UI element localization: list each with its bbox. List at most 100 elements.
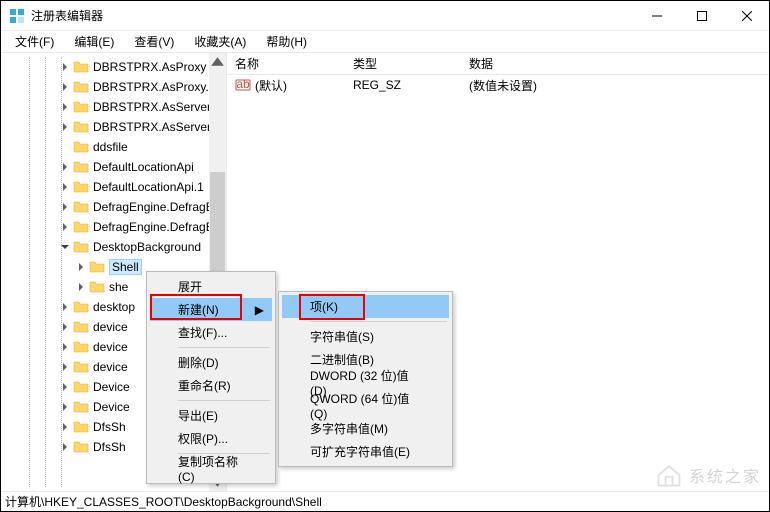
tree-label: desktop bbox=[93, 300, 135, 314]
statusbar: 计算机\HKEY_CLASSES_ROOT\DesktopBackground\… bbox=[1, 491, 769, 511]
close-button[interactable] bbox=[724, 1, 769, 31]
tree-label: device bbox=[93, 340, 128, 354]
menu-item-label: 导出(E) bbox=[178, 407, 218, 424]
folder-icon bbox=[73, 359, 89, 375]
expand-open-icon[interactable] bbox=[59, 241, 71, 253]
folder-icon bbox=[73, 239, 89, 255]
menubar: 文件(F) 编辑(E) 查看(V) 收藏夹(A) 帮助(H) bbox=[1, 31, 769, 53]
folder-icon bbox=[73, 419, 89, 435]
expand-closed-icon[interactable] bbox=[75, 281, 87, 293]
tree-label: DefragEngine.DefragE bbox=[93, 220, 214, 234]
tree-label: DefragEngine.DefragE bbox=[93, 200, 214, 214]
expand-closed-icon[interactable] bbox=[59, 221, 71, 233]
tree-label: she bbox=[109, 280, 128, 294]
folder-icon bbox=[73, 139, 89, 155]
expand-closed-icon[interactable] bbox=[59, 301, 71, 313]
tree-label: DfsSh bbox=[93, 420, 126, 434]
expand-closed-icon[interactable] bbox=[59, 121, 71, 133]
watermark: 系统之家 bbox=[655, 461, 761, 489]
submenu-arrow-icon: ▶ bbox=[255, 303, 264, 317]
expand-closed-icon[interactable] bbox=[59, 381, 71, 393]
minimize-button[interactable] bbox=[634, 1, 679, 31]
menu-item[interactable]: 可扩充字符串值(E) bbox=[282, 440, 449, 463]
tree-node[interactable]: DefaultLocationApi bbox=[1, 157, 226, 177]
expand-closed-icon[interactable] bbox=[59, 181, 71, 193]
folder-icon bbox=[73, 339, 89, 355]
menu-item[interactable]: 多字符串值(M) bbox=[282, 417, 449, 440]
menu-item[interactable]: 重命名(R) bbox=[150, 374, 272, 397]
menu-item-label: 可扩充字符串值(E) bbox=[310, 443, 410, 460]
expand-closed-icon[interactable] bbox=[59, 101, 71, 113]
tree-node[interactable]: DefaultLocationApi.1 bbox=[1, 177, 226, 197]
menu-favorites[interactable]: 收藏夹(A) bbox=[184, 31, 256, 52]
menu-item-label: 查找(F)... bbox=[178, 324, 227, 341]
expand-closed-icon[interactable] bbox=[59, 321, 71, 333]
expand-none[interactable] bbox=[59, 141, 71, 153]
menu-item[interactable]: QWORD (64 位)值(Q) bbox=[282, 394, 449, 417]
menu-edit[interactable]: 编辑(E) bbox=[64, 31, 124, 52]
menu-item-label: 复制项名称(C) bbox=[178, 453, 242, 484]
titlebar: 注册表编辑器 bbox=[1, 1, 769, 31]
menu-item[interactable]: 权限(P)... bbox=[150, 427, 272, 450]
context-submenu: 项(K)字符串值(S)二进制值(B)DWORD (32 位)值(D)QWORD … bbox=[278, 291, 453, 467]
tree-label: Shell bbox=[109, 259, 142, 275]
tree-node[interactable]: DefragEngine.DefragE bbox=[1, 197, 226, 217]
menu-file[interactable]: 文件(F) bbox=[5, 31, 64, 52]
menu-item[interactable]: 查找(F)... bbox=[150, 321, 272, 344]
menu-item-label: 多字符串值(M) bbox=[310, 420, 388, 437]
col-header-name[interactable]: 名称 bbox=[235, 55, 353, 72]
folder-icon bbox=[73, 399, 89, 415]
menu-item[interactable]: 新建(N) ▶ bbox=[150, 298, 272, 321]
expand-closed-icon[interactable] bbox=[59, 441, 71, 453]
context-menu: 展开新建(N) ▶ 查找(F)... 删除(D)重命名(R) 导出(E) 权限(P)...… bbox=[146, 271, 276, 484]
menu-item[interactable]: 删除(D) bbox=[150, 351, 272, 374]
tree-node[interactable]: DBRSTPRX.AsProxy.1 bbox=[1, 77, 226, 97]
folder-icon bbox=[73, 119, 89, 135]
expand-closed-icon[interactable] bbox=[59, 361, 71, 373]
menu-item-label: 字符串值(S) bbox=[310, 328, 374, 345]
menu-item-label: 新建(N) bbox=[178, 301, 219, 318]
expand-closed-icon[interactable] bbox=[59, 341, 71, 353]
menu-item-label: 二进制值(B) bbox=[310, 351, 374, 368]
string-value-icon: ab bbox=[235, 77, 251, 93]
expand-closed-icon[interactable] bbox=[59, 421, 71, 433]
tree-node[interactable]: DBRSTPRX.AsServer bbox=[1, 97, 226, 117]
expand-closed-icon[interactable] bbox=[59, 61, 71, 73]
menu-item[interactable]: 复制项名称(C) bbox=[150, 457, 272, 480]
col-header-data[interactable]: 数据 bbox=[469, 55, 769, 72]
expand-closed-icon[interactable] bbox=[59, 401, 71, 413]
menu-item-label: 项(K) bbox=[310, 298, 338, 315]
expand-closed-icon[interactable] bbox=[75, 261, 87, 273]
tree-label: DefaultLocationApi bbox=[93, 160, 194, 174]
tree-label: Device bbox=[93, 380, 130, 394]
svg-text:ab: ab bbox=[236, 77, 250, 91]
list-row[interactable]: ab (默认) REG_SZ (数值未设置) bbox=[227, 75, 769, 95]
tree-node[interactable]: DBRSTPRX.AsProxy bbox=[1, 57, 226, 77]
tree-node[interactable]: DesktopBackground bbox=[1, 237, 226, 257]
expand-closed-icon[interactable] bbox=[59, 201, 71, 213]
regedit-icon bbox=[9, 8, 25, 24]
tree-node[interactable]: ddsfile bbox=[1, 137, 226, 157]
col-header-type[interactable]: 类型 bbox=[353, 55, 469, 72]
menu-item[interactable]: 项(K) bbox=[282, 295, 449, 318]
scroll-up-icon[interactable] bbox=[209, 53, 226, 70]
tree-label: Device bbox=[93, 400, 130, 414]
expand-closed-icon[interactable] bbox=[59, 161, 71, 173]
folder-icon bbox=[73, 219, 89, 235]
maximize-button[interactable] bbox=[679, 1, 724, 31]
tree-label: DesktopBackground bbox=[93, 240, 201, 254]
menu-item[interactable]: 字符串值(S) bbox=[282, 325, 449, 348]
menu-item[interactable]: 导出(E) bbox=[150, 404, 272, 427]
menu-help[interactable]: 帮助(H) bbox=[256, 31, 317, 52]
expand-closed-icon[interactable] bbox=[59, 81, 71, 93]
menu-view[interactable]: 查看(V) bbox=[124, 31, 184, 52]
watermark-text: 系统之家 bbox=[689, 463, 761, 487]
menu-item[interactable]: 展开 bbox=[150, 275, 272, 298]
tree-node[interactable]: DefragEngine.DefragE bbox=[1, 217, 226, 237]
tree-node[interactable]: DBRSTPRX.AsServer.1 bbox=[1, 117, 226, 137]
folder-icon bbox=[73, 199, 89, 215]
cell-data: (数值未设置) bbox=[469, 77, 769, 94]
cell-type: REG_SZ bbox=[353, 78, 469, 92]
status-path: 计算机\HKEY_CLASSES_ROOT\DesktopBackground\… bbox=[5, 493, 322, 510]
window-title: 注册表编辑器 bbox=[31, 7, 634, 24]
